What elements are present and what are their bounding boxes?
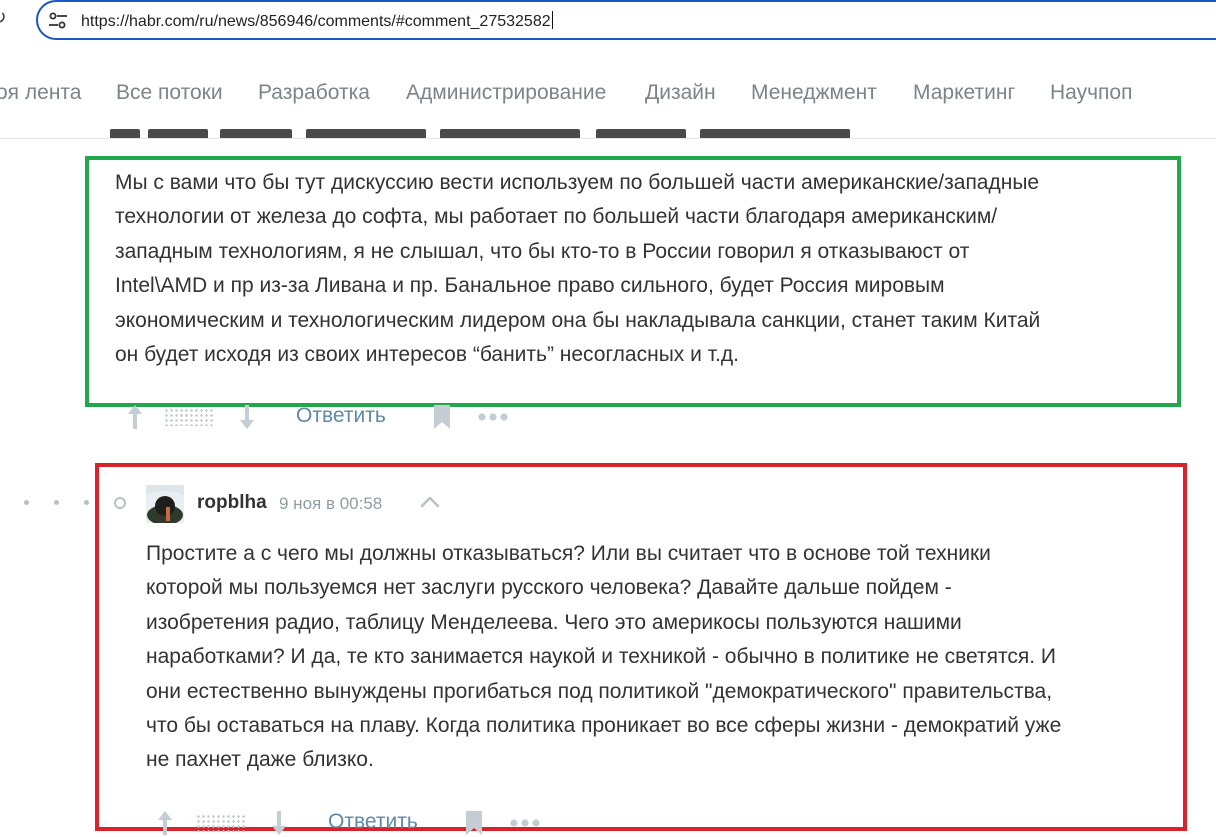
comment-line: он будет исходя из своих интересов “бани… (115, 343, 739, 367)
url-text: https://habr.com/ru/news/856946/comments… (81, 13, 551, 30)
arrow-down-icon[interactable] (236, 402, 258, 432)
nav-item-popular-science[interactable]: Научпоп (1050, 81, 1132, 105)
comment-line: экономическим и технологическим лидером … (115, 308, 1041, 332)
reply-button[interactable]: Ответить (328, 810, 418, 834)
nav-item-all-streams[interactable]: Все потоки (116, 81, 223, 105)
nav-item-management[interactable]: Менеджмент (751, 81, 877, 105)
chevron-up-icon[interactable] (419, 494, 441, 510)
comment-line: Простите а с чего мы должны отказываться… (146, 542, 991, 565)
page: ↻ https://habr.com/ru/news/856946/commen… (0, 0, 1216, 837)
reload-icon[interactable]: ↻ (0, 6, 12, 28)
comment-actions: Ответить (124, 402, 524, 432)
bookmark-icon[interactable] (432, 404, 452, 430)
comment-line: Мы с вами что бы тут дискуссию вести исп… (115, 171, 1040, 194)
bookmark-icon[interactable] (464, 810, 484, 836)
comment-line: что бы оставаться на плаву. Когда полити… (146, 714, 1062, 738)
nav-item-design[interactable]: Дизайн (645, 81, 716, 105)
comment-line: которой мы пользуемся нет заслуги русско… (146, 576, 952, 600)
comment-line: они естественно вынуждены прогибаться по… (146, 679, 1053, 703)
browser-toolbar: ↻ https://habr.com/ru/news/856946/commen… (0, 0, 1216, 46)
comment-line: наработками? И да, те кто занимается нау… (146, 645, 1056, 669)
comment-line: Intel\AMD и пр из-за Ливана и пр. Баналь… (115, 274, 945, 298)
arrow-up-icon[interactable] (154, 808, 176, 837)
nav-item-marketing[interactable]: Маркетинг (913, 81, 1015, 105)
clipped-text-line (110, 124, 870, 138)
comment-line: западным технологиям, я не слышал, что б… (115, 239, 970, 263)
arrow-down-icon[interactable] (268, 808, 290, 837)
reply-button[interactable]: Ответить (296, 404, 386, 428)
comment-line: изобретения радио, таблицу Менделеева. Ч… (146, 610, 962, 634)
avatar[interactable] (146, 485, 184, 523)
comment-actions: Ответить (154, 808, 574, 837)
tune-icon[interactable] (48, 12, 68, 30)
more-dots-icon[interactable] (477, 412, 509, 422)
score-placeholder (164, 408, 214, 426)
comment-body: Мы с вами что бы тут дискуссию вести исп… (115, 166, 1040, 372)
comment-line: не пахнет даже близко. (146, 748, 374, 772)
comment-line: технологии от железа до софта, мы работа… (115, 205, 998, 229)
nav-item-administration[interactable]: Администрирование (406, 81, 606, 105)
address-bar[interactable]: https://habr.com/ru/news/856946/comments… (36, 0, 1216, 40)
more-dots-icon[interactable] (509, 818, 541, 828)
url-field[interactable]: https://habr.com/ru/news/856946/comments… (81, 11, 553, 31)
text-caret (551, 11, 553, 29)
comment-body: Простите а с чего мы должны отказываться… (146, 537, 1061, 778)
score-placeholder (196, 814, 246, 832)
arrow-up-icon[interactable] (124, 402, 146, 432)
nav-item-development[interactable]: Разработка (258, 81, 370, 105)
nav-item-my-feed[interactable]: оя лента (0, 81, 81, 105)
comment-date[interactable]: 9 ноя в 00:58 (279, 494, 382, 514)
comment-author[interactable]: ropblha (197, 492, 267, 514)
